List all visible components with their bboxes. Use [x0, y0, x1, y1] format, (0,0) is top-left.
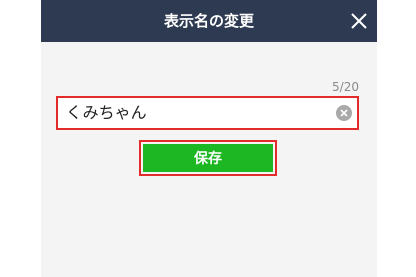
- display-name-input[interactable]: [66, 98, 326, 128]
- close-icon: [351, 13, 367, 29]
- header-bar: 表示名の変更: [41, 0, 377, 42]
- clear-circle-x-icon: [340, 109, 348, 117]
- save-button-highlight: 保存: [139, 140, 277, 176]
- clear-input-button[interactable]: [336, 105, 352, 121]
- close-button[interactable]: [349, 11, 369, 31]
- display-name-field: [56, 96, 359, 130]
- save-button[interactable]: 保存: [143, 144, 273, 172]
- app-screen: 表示名の変更 5/20 保存: [41, 0, 377, 277]
- character-counter: 5/20: [332, 80, 359, 94]
- page-title: 表示名の変更: [163, 12, 254, 30]
